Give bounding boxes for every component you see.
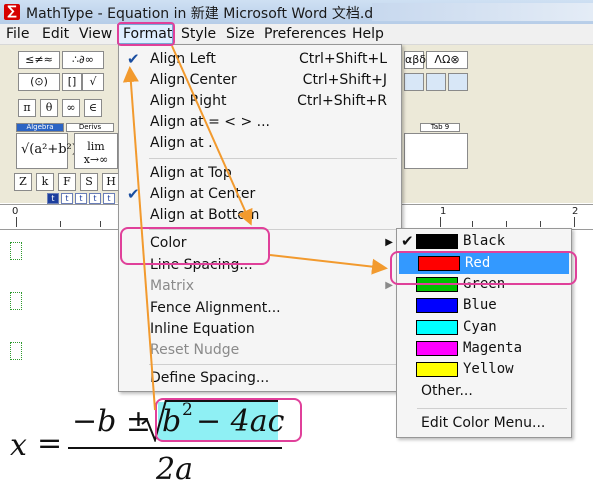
annotation-arrows — [122, 45, 388, 411]
arrow-formula-to-format — [122, 66, 156, 411]
arrow-color-to-red — [269, 254, 388, 275]
arrow-format-to-color — [171, 45, 253, 226]
